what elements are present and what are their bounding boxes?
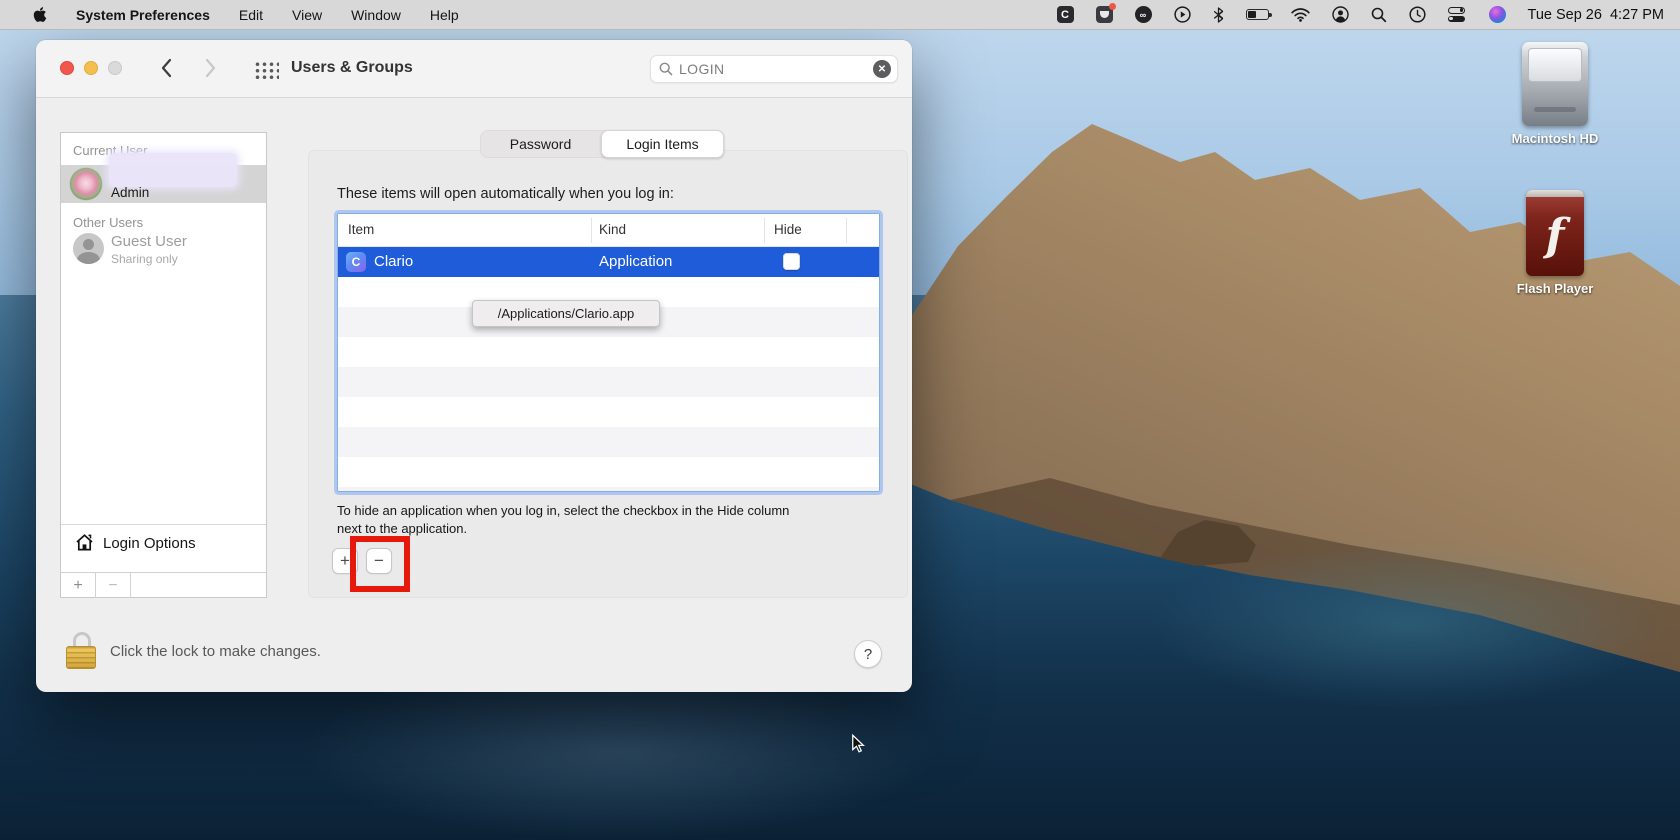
- menu-bar: System Preferences Edit View Window Help…: [0, 0, 1680, 30]
- column-divider[interactable]: [591, 218, 592, 243]
- admin-avatar: [70, 168, 102, 200]
- row-item-kind: Application: [599, 253, 672, 270]
- hide-note-text: To hide an application when you log in, …: [337, 502, 815, 537]
- desktop-icon-label: Macintosh HD: [1493, 131, 1617, 146]
- search-clear-icon[interactable]: ✕: [873, 60, 891, 78]
- guest-user-detail: Sharing only: [111, 252, 178, 266]
- menu-app-name[interactable]: System Preferences: [76, 7, 210, 23]
- notification-dot: [1109, 3, 1116, 10]
- path-tooltip: /Applications/Clario.app: [472, 300, 660, 327]
- user-list-sidebar: Current User Admin Other Users Guest Use…: [60, 132, 267, 598]
- menu-bar-clock[interactable]: Tue Sep 26 4:27 PM: [1528, 7, 1665, 23]
- menu-edit[interactable]: Edit: [239, 7, 263, 23]
- flash-drive-icon: f: [1526, 190, 1584, 276]
- redaction-blur: [109, 153, 237, 187]
- wallpaper-shallow-water: [1150, 540, 1670, 710]
- mouse-cursor: [850, 734, 868, 759]
- column-divider[interactable]: [764, 218, 765, 243]
- remove-user-button[interactable]: −: [96, 573, 131, 598]
- lock-hint-text: Click the lock to make changes.: [110, 643, 321, 660]
- other-users-label: Other Users: [73, 215, 143, 230]
- login-items-table[interactable]: Item Kind Hide C Clario Application: [337, 213, 880, 492]
- desktop-screen: Macintosh HD f Flash Player System Prefe…: [0, 0, 1680, 840]
- menu-view[interactable]: View: [292, 7, 322, 23]
- hide-checkbox[interactable]: [783, 253, 800, 270]
- desktop-icon-label: Flash Player: [1493, 281, 1617, 296]
- tab-bar: Password Login Items: [480, 130, 724, 158]
- clario-menu-icon[interactable]: C: [1057, 6, 1074, 23]
- apple-menu-icon[interactable]: [33, 5, 47, 25]
- search-input[interactable]: [679, 61, 873, 77]
- bluetooth-icon[interactable]: [1213, 5, 1224, 25]
- login-items-heading: These items will open automatically when…: [337, 186, 674, 202]
- sidebar-button-row: + −: [61, 572, 266, 598]
- guest-avatar: [73, 233, 104, 264]
- users-groups-window: Users & Groups ✕ Current User Admin Othe…: [36, 40, 912, 692]
- menu-window[interactable]: Window: [351, 7, 401, 23]
- show-all-grid-icon[interactable]: [254, 61, 279, 79]
- account-icon[interactable]: [1332, 5, 1349, 25]
- admin-name-label: Admin: [111, 185, 149, 200]
- column-divider[interactable]: [846, 218, 847, 243]
- hard-drive-icon: [1522, 42, 1588, 126]
- desktop-icon-macintosh-hd[interactable]: Macintosh HD: [1493, 42, 1617, 146]
- home-icon: [74, 532, 95, 558]
- menu-help[interactable]: Help: [430, 7, 459, 23]
- table-row-clario[interactable]: C Clario Application: [338, 247, 879, 277]
- wifi-icon[interactable]: [1291, 5, 1310, 25]
- zoom-button[interactable]: [108, 61, 122, 75]
- column-header-item[interactable]: Item: [348, 222, 374, 237]
- siri-icon[interactable]: [1489, 6, 1506, 23]
- forward-button[interactable]: [205, 58, 221, 80]
- badge-app-icon[interactable]: [1096, 6, 1113, 23]
- column-header-hide[interactable]: Hide: [774, 222, 802, 237]
- sidebar-divider: [61, 524, 266, 525]
- tab-login-items[interactable]: Login Items: [601, 130, 724, 158]
- lock-icon[interactable]: [66, 632, 98, 674]
- control-center-icon[interactable]: [1448, 7, 1467, 22]
- sidebar-item-login-options[interactable]: Login Options: [103, 535, 196, 552]
- spotlight-icon[interactable]: [1371, 5, 1387, 25]
- desktop-icon-flash-player[interactable]: f Flash Player: [1493, 190, 1617, 296]
- table-header: Item Kind Hide: [338, 214, 879, 247]
- sidebar-item-guest-user[interactable]: Guest User: [111, 233, 187, 250]
- add-user-button[interactable]: +: [61, 573, 96, 598]
- battery-icon[interactable]: [1246, 9, 1269, 20]
- back-button[interactable]: [160, 58, 176, 80]
- row-item-name: Clario: [374, 253, 413, 270]
- close-button[interactable]: [60, 61, 74, 75]
- time-machine-icon[interactable]: [1409, 5, 1426, 25]
- annotation-highlight-box: [350, 536, 410, 592]
- minimize-button[interactable]: [84, 61, 98, 75]
- search-field[interactable]: ✕: [650, 55, 898, 83]
- help-button[interactable]: ?: [854, 640, 882, 668]
- play-icon[interactable]: [1174, 5, 1191, 25]
- column-header-kind[interactable]: Kind: [599, 222, 626, 237]
- window-title: Users & Groups: [291, 59, 413, 77]
- tab-password[interactable]: Password: [480, 130, 601, 158]
- creative-cloud-icon[interactable]: ∞: [1135, 6, 1152, 23]
- clario-app-icon: C: [346, 252, 366, 272]
- search-icon: [659, 62, 673, 76]
